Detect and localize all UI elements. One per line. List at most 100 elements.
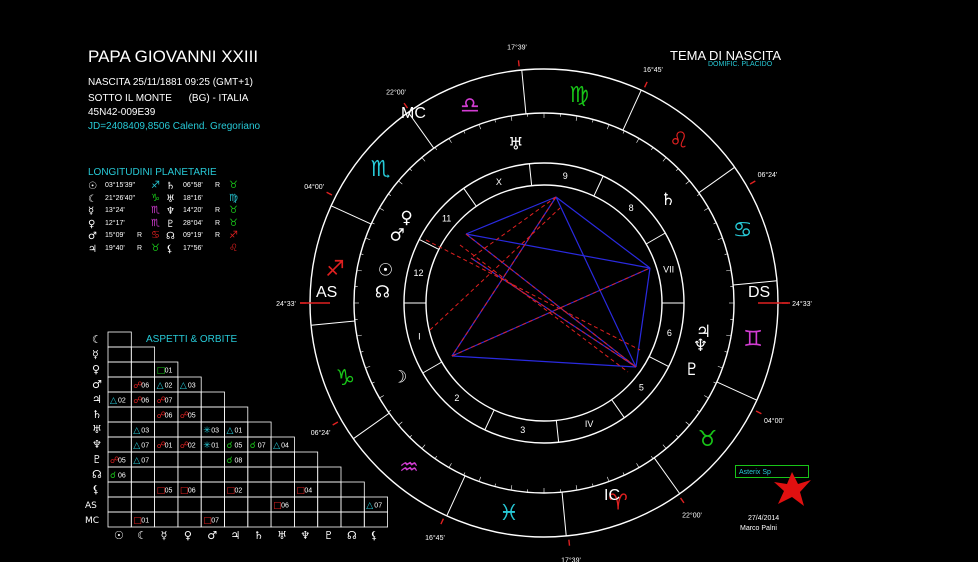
outer-ring <box>309 68 779 538</box>
zodiac-sign-icon: ♋ <box>733 218 753 243</box>
aspect-line-trine <box>635 267 651 368</box>
degree-tick <box>388 410 391 413</box>
degree-tick <box>726 269 732 272</box>
house-number: I <box>418 331 421 341</box>
aspect-line-square <box>451 196 557 357</box>
house-cusp-line <box>463 188 477 207</box>
sign-boundary <box>698 166 735 194</box>
aspect-line-square <box>465 233 637 368</box>
sign-boundary <box>653 457 681 494</box>
aspect-line-square <box>429 207 561 331</box>
planet-glyph-icon: ♆ <box>693 336 708 356</box>
cusp-marker <box>749 180 756 185</box>
degree-tick <box>478 124 482 130</box>
cusp-marker <box>517 60 520 67</box>
aspect-line-trine <box>451 355 637 368</box>
degree-tick <box>388 193 391 196</box>
degree-tick <box>575 485 578 491</box>
logo-star-icon <box>774 472 811 506</box>
cusp-marker <box>755 410 762 415</box>
cusp-degree-label: 17°39' <box>507 43 527 51</box>
planet-glyph-icon: ♇ <box>684 360 699 380</box>
planet-glyph-icon: ♂ <box>390 226 405 246</box>
aspect-line-trine <box>465 233 651 269</box>
degree-tick <box>365 237 371 241</box>
planet-glyph-icon: ☊ <box>375 283 390 303</box>
house-number: 2 <box>454 393 459 403</box>
degree-tick <box>662 157 667 162</box>
degree-tick <box>365 365 371 369</box>
degree-tick <box>662 444 667 449</box>
degree-tick <box>478 476 482 482</box>
house-cusp-line <box>593 175 604 197</box>
zodiac-sign-icon: ♉ <box>698 427 718 452</box>
zodiac-sign-icon: ♓ <box>499 501 519 526</box>
sign-boundary <box>311 320 355 326</box>
aspect-line-trine <box>555 196 651 269</box>
house-number: 12 <box>414 268 424 278</box>
degree-tick <box>398 180 403 185</box>
house-number: 8 <box>629 203 634 213</box>
house-number: 11 <box>442 213 451 223</box>
degree-tick <box>434 147 437 150</box>
zodiac-sign-icon: ♊ <box>743 327 763 352</box>
sign-boundary <box>353 412 390 440</box>
house-cusp-line <box>648 356 669 368</box>
aspect-ring <box>425 184 663 422</box>
degree-tick <box>697 410 700 413</box>
house-cusp-line <box>484 409 495 431</box>
degree-tick <box>606 124 610 130</box>
degree-tick <box>356 334 362 337</box>
zodiac-sign-icon: ♐ <box>325 257 345 282</box>
house-number: 3 <box>520 425 525 435</box>
degree-tick <box>575 115 578 121</box>
degree-tick <box>726 334 732 337</box>
cusp-marker <box>679 497 685 504</box>
sign-boundary <box>330 205 372 225</box>
degree-tick <box>421 157 426 162</box>
cusp-marker <box>643 81 648 88</box>
degree-tick <box>717 365 723 369</box>
midheaven-label: MC <box>401 105 426 122</box>
degree-tick <box>448 463 452 468</box>
planet-glyph-icon: ☽ <box>392 368 407 388</box>
sign-boundary <box>716 381 758 401</box>
cusp-marker <box>332 421 339 426</box>
aspect-line-square <box>425 239 641 351</box>
zodiac-sign-icon: ♌ <box>669 129 689 154</box>
astro-wheel: ♐♑♒♓ ♈♉♊♋♌♍♎♏24°33'06°24'16°45'17°39'22°0… <box>276 43 812 562</box>
cusp-degree-label: 04°00' <box>764 417 784 425</box>
zodiac-sign-icon: ♒ <box>399 455 419 480</box>
degree-tick <box>685 421 690 426</box>
zodiac-sign-icon: ♍ <box>569 83 589 108</box>
house-cusp-line <box>528 163 533 186</box>
cusp-degree-label: 04°00' <box>304 183 324 191</box>
degree-tick <box>510 115 513 121</box>
sign-boundary <box>521 70 527 114</box>
degree-tick <box>676 435 679 438</box>
imum-coeli-label: IC <box>604 487 620 504</box>
cusp-degree-label: 06°24' <box>311 429 331 437</box>
aspect-line-trine <box>465 196 557 235</box>
cusp-degree-label: 24°33' <box>792 300 812 308</box>
cusp-degree-label: 22°00' <box>682 511 702 519</box>
degree-tick <box>409 435 412 438</box>
aspect-line-square <box>459 244 629 373</box>
cusp-degree-label: 16°45' <box>425 534 445 542</box>
house-cusp-line <box>611 399 625 418</box>
degree-tick <box>510 485 513 491</box>
cusp-degree-label: 17°39' <box>561 557 581 562</box>
descendant-label: DS <box>748 284 770 301</box>
degree-tick <box>704 395 709 399</box>
degree-tick <box>421 444 426 449</box>
aspect-line-trine <box>555 196 637 368</box>
sign-boundary <box>446 475 466 517</box>
cusp-degree-label: 16°45' <box>643 66 663 74</box>
cusp-marker <box>326 191 333 196</box>
degree-tick <box>636 463 640 468</box>
house-cusp-line <box>422 361 443 374</box>
degree-tick <box>636 138 640 143</box>
house-number: 9 <box>563 171 568 181</box>
degree-tick <box>697 193 700 196</box>
zodiac-sign-icon: ♏ <box>371 157 391 182</box>
